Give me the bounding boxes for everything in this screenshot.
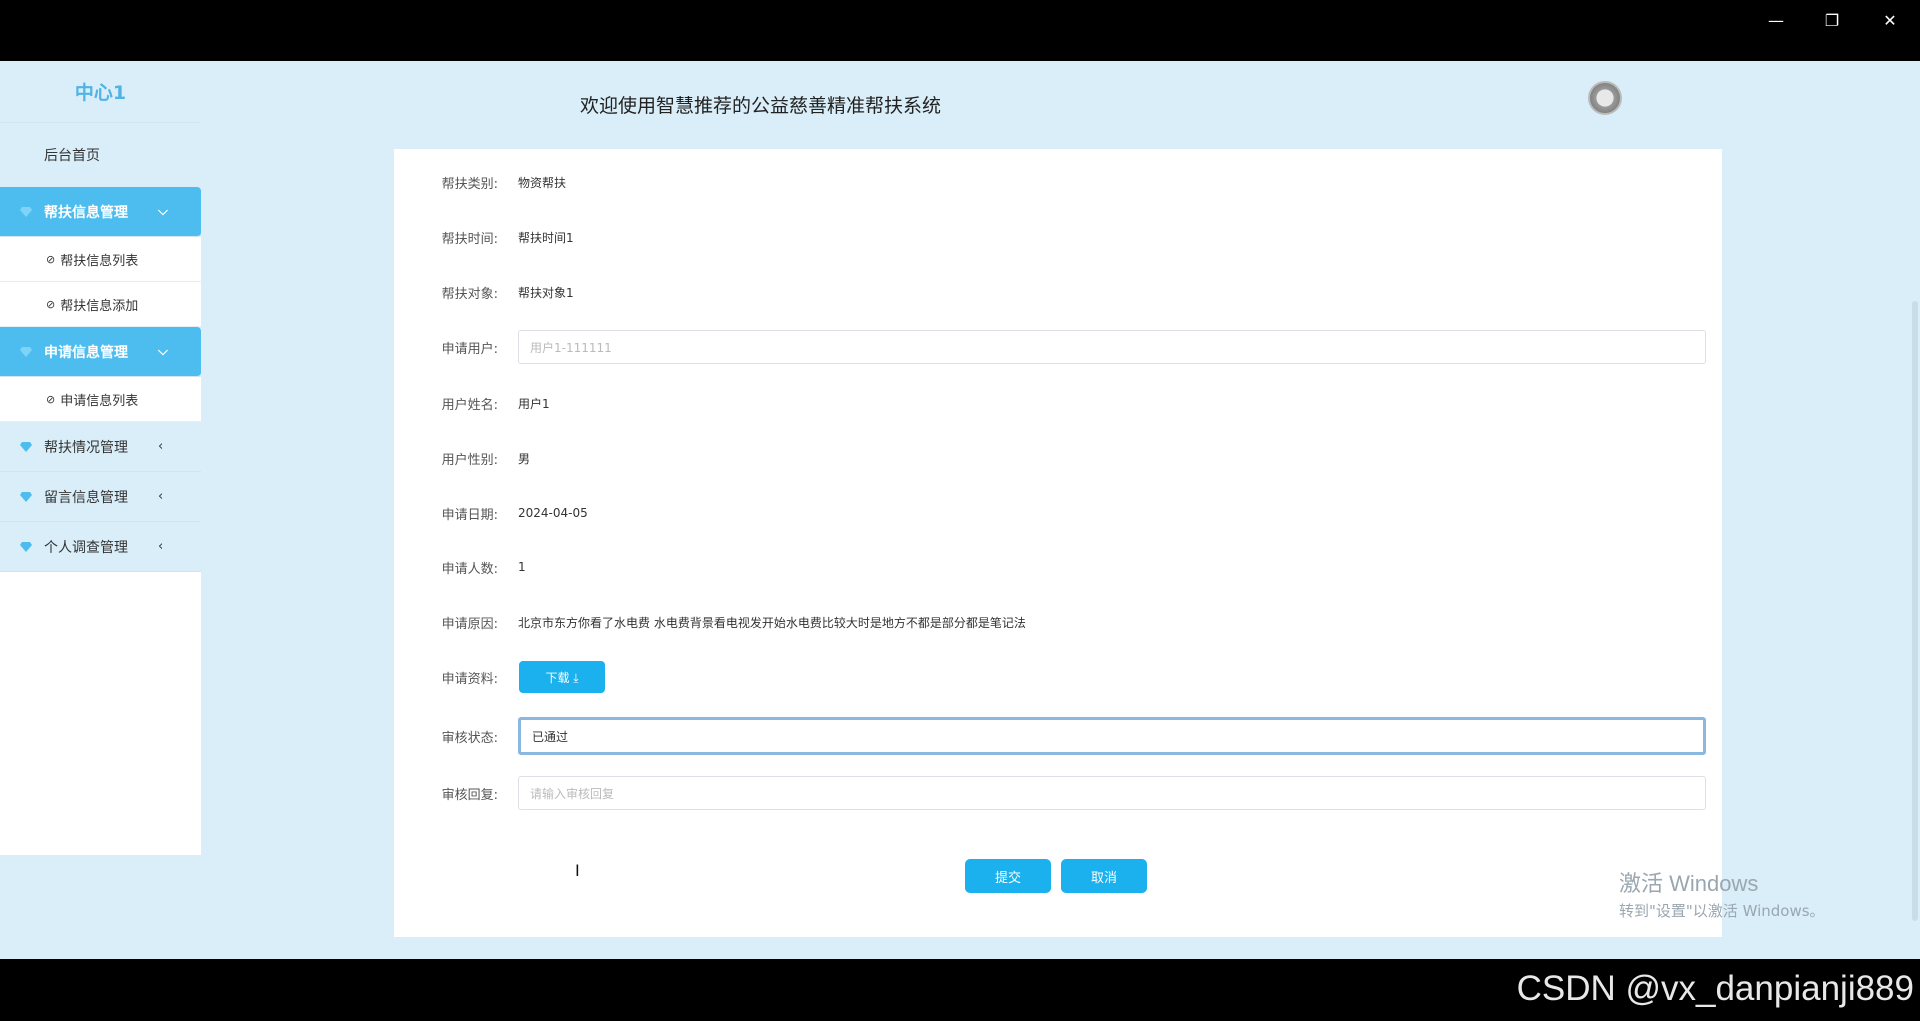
window-titlebar: — ❐ ✕ — [0, 0, 1920, 61]
form-label: 申请资料: — [441, 671, 498, 687]
sidebar-item-aid-list[interactable]: ⊘ 帮扶信息列表 — [0, 237, 201, 282]
detail-form: 帮扶类别: 物资帮扶 帮扶时间: 帮扶时间1 帮扶对象: 帮扶对象1 申请用户:… — [394, 149, 1722, 937]
sidebar-filler — [0, 572, 201, 855]
app-container: 中心1 后台首页 帮扶信息管理 ⌵ ⊘ 帮扶信息列表 ⊘ 帮扶信息添加 申请信息… — [0, 61, 1920, 959]
sidebar-item-label: 申请信息列表 — [60, 393, 139, 409]
form-label: 申请日期: — [441, 507, 498, 523]
form-label: 帮扶时间: — [441, 231, 498, 247]
form-value: 1 — [518, 560, 526, 574]
restore-icon[interactable]: ❐ — [1810, 6, 1854, 34]
form-row-category: 帮扶类别: 物资帮扶 — [394, 167, 1722, 197]
diamond-icon — [20, 491, 32, 502]
diamond-icon — [20, 541, 32, 552]
sidebar-item-apply-list[interactable]: ⊘ 申请信息列表 — [0, 377, 201, 422]
submit-button[interactable]: 提交 — [965, 859, 1051, 893]
sidebar-item-label: 帮扶信息添加 — [60, 298, 139, 314]
chevron-left-icon: ‹ — [158, 439, 164, 454]
user-field[interactable]: 用户1-111111 — [518, 330, 1706, 364]
sidebar-group-label: 留言信息管理 — [44, 489, 128, 506]
form-row-material: 申请资料: 下载 ⤓ — [394, 661, 1722, 693]
sidebar-item-home[interactable]: 后台首页 — [0, 123, 201, 187]
sidebar-item-aid-add[interactable]: ⊘ 帮扶信息添加 — [0, 282, 201, 327]
diamond-icon — [20, 346, 32, 357]
form-row-reason: 申请原因: 北京市东方你看了水电费 水电费背景看电视发开始水电费比较大时是地方不… — [394, 607, 1722, 637]
sidebar-group-aid-status[interactable]: 帮扶情况管理 ‹ — [0, 422, 201, 472]
form-value: 2024-04-05 — [518, 506, 588, 520]
diamond-icon — [20, 206, 32, 217]
status-field[interactable]: 已通过 — [518, 717, 1706, 755]
form-value: 用户1 — [518, 396, 550, 411]
form-row-user: 申请用户: 用户1-111111 — [394, 330, 1722, 364]
watermark-text: CSDN @vx_danpianji889 — [1516, 969, 1914, 1008]
form-label: 申请原因: — [441, 616, 498, 632]
sidebar-group-apply-info[interactable]: 申请信息管理 ⌵ — [0, 327, 201, 377]
chevron-down-icon: ⌵ — [158, 344, 168, 359]
form-row-time: 帮扶时间: 帮扶时间1 — [394, 222, 1722, 252]
form-label: 用户姓名: — [441, 397, 498, 413]
text-cursor-icon: I — [575, 861, 580, 880]
activation-title: 激活 Windows — [1619, 871, 1759, 896]
form-value: 帮扶对象1 — [518, 285, 574, 300]
form-row-count: 申请人数: 1 — [394, 552, 1722, 582]
close-icon[interactable]: ✕ — [1868, 6, 1912, 34]
form-value: 物资帮扶 — [518, 175, 567, 190]
chevron-left-icon: ‹ — [158, 489, 164, 504]
form-row-gender: 用户性别: 男 — [394, 443, 1722, 473]
form-row-reply: 审核回复: 请输入审核回复 — [394, 776, 1722, 810]
minimize-icon[interactable]: — — [1754, 6, 1798, 34]
download-button[interactable]: 下载 ⤓ — [519, 661, 605, 693]
form-value: 帮扶时间1 — [518, 230, 574, 245]
cancel-button[interactable]: 取消 — [1061, 859, 1147, 893]
form-value: 北京市东方你看了水电费 水电费背景看电视发开始水电费比较大时是地方不都是部分都是… — [518, 615, 1026, 630]
form-label: 审核状态: — [441, 730, 498, 746]
sidebar-group-label: 申请信息管理 — [44, 344, 128, 361]
page-title: 欢迎使用智慧推荐的公益慈善精准帮扶系统 — [580, 95, 942, 117]
chevron-left-icon: ‹ — [158, 539, 164, 554]
form-row-target: 帮扶对象: 帮扶对象1 — [394, 277, 1722, 307]
form-row-name: 用户姓名: 用户1 — [394, 388, 1722, 418]
form-label: 审核回复: — [441, 787, 498, 803]
form-value: 男 — [518, 451, 531, 466]
form-row-status: 审核状态: 已通过 — [394, 717, 1722, 755]
chevron-down-icon: ⌵ — [158, 204, 168, 219]
reply-field[interactable]: 请输入审核回复 — [518, 776, 1706, 810]
check-circle-icon: ⊘ — [46, 392, 56, 406]
check-circle-icon: ⊘ — [46, 252, 56, 266]
sidebar-group-label: 帮扶情况管理 — [44, 439, 128, 456]
sidebar-group-label: 帮扶信息管理 — [44, 204, 128, 221]
form-label: 用户性别: — [441, 452, 498, 468]
brand-title: 中心1 — [0, 61, 201, 123]
sidebar-group-survey[interactable]: 个人调查管理 ‹ — [0, 522, 201, 572]
sidebar: 中心1 后台首页 帮扶信息管理 ⌵ ⊘ 帮扶信息列表 ⊘ 帮扶信息添加 申请信息… — [0, 61, 201, 856]
form-label: 申请用户: — [441, 341, 498, 357]
form-label: 帮扶对象: — [441, 286, 498, 302]
sidebar-item-label: 帮扶信息列表 — [60, 253, 139, 269]
avatar[interactable] — [1588, 81, 1622, 115]
sidebar-group-label: 个人调查管理 — [44, 539, 128, 556]
bottom-bar: CSDN @vx_danpianji889 — [0, 959, 1920, 1021]
form-row-date: 申请日期: 2024-04-05 — [394, 498, 1722, 528]
check-circle-icon: ⊘ — [46, 297, 56, 311]
windows-activation-notice: 激活 Windows 转到"设置"以激活 Windows。 — [1619, 866, 1825, 921]
activation-subtitle: 转到"设置"以激活 Windows。 — [1619, 902, 1825, 920]
sidebar-group-aid-info[interactable]: 帮扶信息管理 ⌵ — [0, 187, 201, 237]
sidebar-group-messages[interactable]: 留言信息管理 ‹ — [0, 472, 201, 522]
diamond-icon — [20, 441, 32, 452]
form-label: 申请人数: — [441, 561, 498, 577]
form-label: 帮扶类别: — [441, 176, 498, 192]
scrollbar-thumb[interactable] — [1912, 301, 1918, 921]
